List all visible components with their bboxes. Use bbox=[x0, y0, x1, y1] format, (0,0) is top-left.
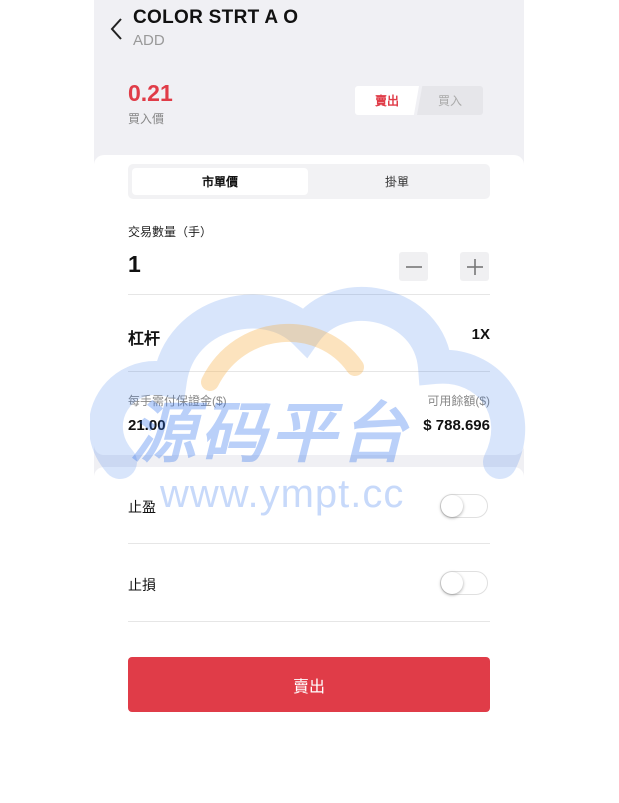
plus-icon bbox=[466, 258, 483, 275]
instrument-subtitle: ADD bbox=[133, 32, 165, 49]
chevron-left-icon bbox=[110, 18, 122, 40]
instrument-title: COLOR STRT A O bbox=[133, 7, 299, 28]
risk-card: 止盈 止損 賣出 bbox=[94, 467, 524, 803]
price-value: 0.21 bbox=[128, 80, 173, 106]
toggle-knob bbox=[441, 495, 463, 517]
tab-market-order[interactable]: 市單價 bbox=[132, 168, 308, 195]
take-profit-label: 止盈 bbox=[128, 499, 156, 515]
tab-limit-order[interactable]: 掛單 bbox=[308, 168, 486, 195]
back-button[interactable] bbox=[106, 16, 128, 42]
divider bbox=[128, 371, 490, 372]
quantity-value[interactable]: 1 bbox=[128, 251, 141, 278]
margin-value: 21.00 bbox=[128, 417, 166, 434]
divider bbox=[128, 621, 490, 622]
side-toggle: 賣出 買入 bbox=[355, 86, 483, 115]
decrease-quantity-button[interactable] bbox=[399, 252, 428, 281]
buy-tab[interactable]: 買入 bbox=[417, 86, 483, 115]
margin-label: 每手需付保證金($) bbox=[128, 394, 227, 408]
sell-submit-button[interactable]: 賣出 bbox=[128, 657, 490, 712]
leverage-value[interactable]: 1X bbox=[472, 326, 490, 343]
available-balance-value: $ 788.696 bbox=[423, 417, 490, 434]
stop-loss-toggle[interactable] bbox=[440, 571, 488, 595]
take-profit-toggle[interactable] bbox=[440, 494, 488, 518]
divider bbox=[128, 294, 490, 295]
quantity-label: 交易數量（手） bbox=[128, 225, 213, 239]
toggle-knob bbox=[441, 572, 463, 594]
sell-tab[interactable]: 賣出 bbox=[355, 86, 419, 115]
stop-loss-label: 止損 bbox=[128, 577, 156, 593]
minus-icon bbox=[405, 265, 422, 268]
price-label: 買入價 bbox=[128, 112, 165, 126]
trade-screen: COLOR STRT A O ADD 0.21 買入價 賣出 買入 市單價 掛單… bbox=[94, 0, 524, 803]
increase-quantity-button[interactable] bbox=[460, 252, 489, 281]
order-type-tabs: 市單價 掛單 bbox=[128, 164, 490, 199]
order-card: 市單價 掛單 交易數量（手） 1 杠杆 1X 每手需付保證金($) 可用餘額($… bbox=[94, 155, 524, 455]
divider bbox=[128, 543, 490, 544]
available-balance-label: 可用餘額($) bbox=[427, 394, 490, 408]
leverage-label: 杠杆 bbox=[128, 331, 161, 348]
